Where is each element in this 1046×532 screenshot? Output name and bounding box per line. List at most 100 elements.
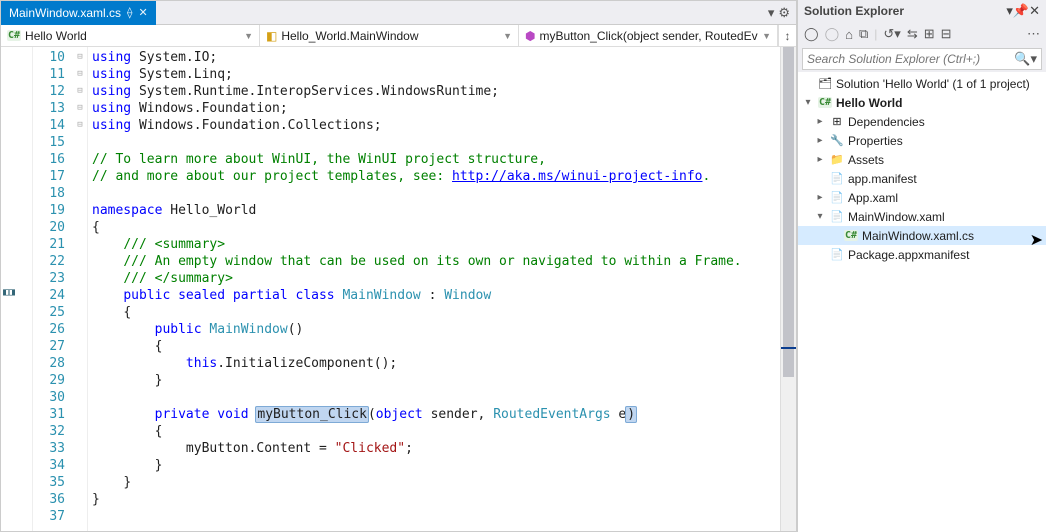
code-line[interactable]: } [92, 491, 780, 508]
tree-item-dependencies[interactable]: ▸⊞Dependencies [798, 112, 1046, 131]
code-line[interactable]: using System.Runtime.InteropServices.Win… [92, 83, 780, 100]
code-line[interactable]: public MainWindow() [92, 321, 780, 338]
tree-item-mainwindow-xaml[interactable]: ▾📄MainWindow.xaml [798, 207, 1046, 226]
code-line[interactable] [92, 134, 780, 151]
code-line[interactable]: { [92, 304, 780, 321]
dep-icon: ⊞ [829, 115, 845, 128]
switch-view-icon[interactable]: ⧉ [859, 26, 868, 42]
line-number: 23 [33, 270, 65, 287]
more-icon[interactable]: ⋯ [1027, 26, 1040, 42]
expander-icon[interactable]: ▸ [814, 192, 826, 203]
nav-member-dropdown[interactable]: ⬢ myButton_Click(object sender, RoutedEv… [519, 25, 778, 46]
line-number: 33 [33, 440, 65, 457]
pending-changes-icon[interactable]: ↺▾ [883, 26, 900, 42]
code-line[interactable]: { [92, 423, 780, 440]
tree-item-package-appxmanifest[interactable]: 📄Package.appxmanifest [798, 245, 1046, 264]
tree-item-label: Assets [848, 153, 884, 167]
fold-margin[interactable]: ⊟⊟⊟⊟⊟ [73, 47, 87, 531]
tree-item-solution-hello-world-1-of-1-project[interactable]: 🗂Solution 'Hello World' (1 of 1 project) [798, 74, 1046, 93]
fold-toggle[interactable]: ⊟ [73, 117, 87, 134]
expander-icon[interactable]: ▸ [814, 135, 826, 146]
code-line[interactable]: using Windows.Foundation.Collections; [92, 117, 780, 134]
expander-icon[interactable]: ▸ [814, 154, 826, 165]
close-icon[interactable]: ✕ [1029, 3, 1040, 19]
solution-tree[interactable]: ➤ 🗂Solution 'Hello World' (1 of 1 projec… [798, 72, 1046, 532]
code-line[interactable]: // and more about our project templates,… [92, 168, 780, 185]
tree-item-properties[interactable]: ▸🔧Properties [798, 131, 1046, 150]
fold-toggle[interactable]: ⊟ [73, 49, 87, 66]
code-text[interactable]: using System.IO;using System.Linq;using … [87, 47, 780, 531]
pin-icon[interactable]: ⟠ [127, 6, 132, 19]
bookmark-icon[interactable]: ◧◨ [3, 287, 15, 298]
close-icon[interactable]: ✕ [138, 6, 147, 19]
tree-item-hello-world[interactable]: ▾C#Hello World [798, 93, 1046, 112]
code-line[interactable] [92, 508, 780, 525]
gear-icon[interactable]: ⚙ [778, 5, 790, 21]
code-line[interactable]: /// </summary> [92, 270, 780, 287]
fold-toggle[interactable]: ⊟ [73, 100, 87, 117]
code-line[interactable]: private void myButton_Click(object sende… [92, 406, 780, 423]
tab-active[interactable]: MainWindow.xaml.cs ⟠ ✕ [1, 1, 156, 25]
code-line[interactable] [92, 185, 780, 202]
forward-icon[interactable]: ◯ [825, 26, 840, 42]
expander-icon[interactable]: ▾ [814, 211, 826, 222]
code-line[interactable]: using System.Linq; [92, 66, 780, 83]
code-line[interactable]: namespace Hello_World [92, 202, 780, 219]
fold-toggle[interactable]: ⊟ [73, 83, 87, 100]
vertical-scrollbar[interactable] [780, 47, 796, 531]
scroll-thumb[interactable] [783, 47, 794, 377]
code-line[interactable]: /// <summary> [92, 236, 780, 253]
expander-icon[interactable]: ▸ [814, 116, 826, 127]
code-line[interactable]: { [92, 338, 780, 355]
code-line[interactable]: public sealed partial class MainWindow :… [92, 287, 780, 304]
solution-search-input[interactable] [807, 52, 1014, 66]
file-icon: 📄 [829, 172, 845, 185]
show-all-icon[interactable]: ⊞ [924, 26, 935, 42]
tree-item-assets[interactable]: ▸📁Assets [798, 150, 1046, 169]
csharp-icon: C# [7, 30, 21, 41]
code-editor[interactable]: ◧◨ 1011121314151617181920212223242526272… [1, 47, 796, 531]
sync-icon[interactable]: ⇆ [907, 26, 918, 42]
code-line[interactable]: using Windows.Foundation; [92, 100, 780, 117]
code-line[interactable]: /// An empty window that can be used on … [92, 253, 780, 270]
nav-class-dropdown[interactable]: ◧ Hello_World.MainWindow ▼ [260, 25, 519, 46]
code-line[interactable]: myButton.Content = "Clicked"; [92, 440, 780, 457]
file-icon: 📄 [829, 210, 845, 223]
navigation-bar: C# Hello World ▼ ◧ Hello_World.MainWindo… [1, 25, 796, 47]
tab-title: MainWindow.xaml.cs [9, 6, 121, 20]
file-icon: 📄 [829, 191, 845, 204]
folder-icon: 📁 [829, 153, 845, 166]
scroll-mark [781, 347, 796, 349]
search-icon[interactable]: 🔍▾ [1014, 51, 1037, 67]
tab-dropdown-icon[interactable]: ▾ [768, 5, 775, 21]
line-number: 11 [33, 66, 65, 83]
chevron-down-icon: ▼ [244, 31, 253, 41]
tree-item-mainwindow-xaml-cs[interactable]: C#MainWindow.xaml.cs [798, 226, 1046, 245]
code-line[interactable]: this.InitializeComponent(); [92, 355, 780, 372]
tree-item-app-xaml[interactable]: ▸📄App.xaml [798, 188, 1046, 207]
back-icon[interactable]: ◯ [804, 26, 819, 42]
collapse-icon[interactable]: ⊟ [941, 26, 952, 42]
line-number: 34 [33, 457, 65, 474]
tree-item-label: Package.appxmanifest [848, 248, 969, 262]
tree-item-label: Solution 'Hello World' (1 of 1 project) [836, 77, 1030, 91]
code-line[interactable] [92, 389, 780, 406]
line-number: 18 [33, 185, 65, 202]
code-line[interactable]: } [92, 372, 780, 389]
line-number: 24 [33, 287, 65, 304]
solution-search[interactable]: 🔍▾ [802, 48, 1042, 70]
code-line[interactable]: using System.IO; [92, 49, 780, 66]
solution-explorer-title-bar[interactable]: Solution Explorer ▾ 📌 ✕ [798, 0, 1046, 22]
nav-project-dropdown[interactable]: C# Hello World ▼ [1, 25, 260, 46]
code-line[interactable]: } [92, 474, 780, 491]
home-icon[interactable]: ⌂ [845, 27, 853, 42]
expander-icon[interactable]: ▾ [802, 97, 814, 108]
split-view-button[interactable]: ↕ [778, 25, 796, 46]
fold-toggle[interactable]: ⊟ [73, 66, 87, 83]
code-line[interactable]: { [92, 219, 780, 236]
code-line[interactable]: } [92, 457, 780, 474]
tree-item-app-manifest[interactable]: 📄app.manifest [798, 169, 1046, 188]
line-number: 22 [33, 253, 65, 270]
pin-icon[interactable]: 📌 [1013, 3, 1029, 19]
code-line[interactable]: // To learn more about WinUI, the WinUI … [92, 151, 780, 168]
